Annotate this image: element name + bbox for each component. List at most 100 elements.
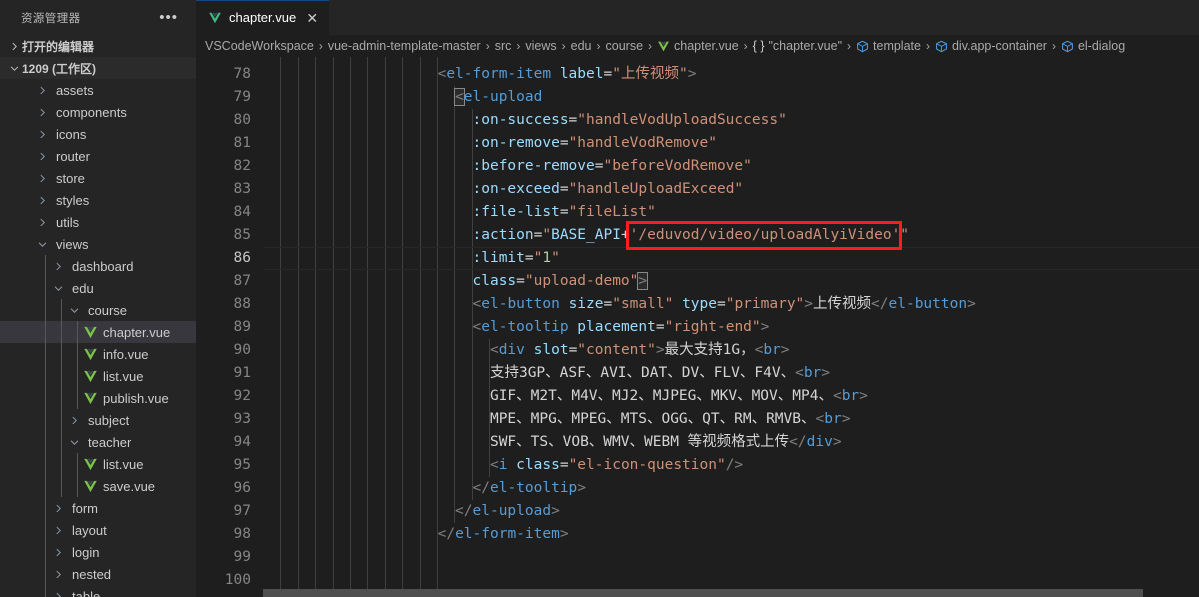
tree-item-layout[interactable]: layout — [0, 519, 196, 541]
code-token: br — [763, 342, 781, 358]
tree-item-label: router — [56, 148, 90, 164]
code-line-87[interactable]: 87 class="upload-demo"> — [196, 270, 1199, 293]
code-token: < — [263, 457, 499, 473]
tree-item-list-vue[interactable]: list.vue — [0, 453, 196, 475]
tree-item-course[interactable]: course — [0, 299, 196, 321]
code-line-85[interactable]: 85 :action="BASE_API+'/eduvod/video/uplo… — [196, 224, 1199, 247]
code-line-91[interactable]: 91 支持3GP、ASF、AVI、DAT、DV、FLV、F4V、<br> — [196, 362, 1199, 385]
code-line-93[interactable]: 93 MPE、MPG、MPEG、MTS、OGG、QT、RM、RMVB、<br> — [196, 408, 1199, 431]
code-token: "content" — [577, 342, 656, 358]
code-line-78[interactable]: 78 <el-form-item label="上传视频"> — [196, 63, 1199, 86]
tree-item-label: views — [56, 236, 89, 252]
section-workspace[interactable]: 1209 (工作区) — [0, 57, 196, 79]
breadcrumb-label: chapter.vue — [674, 39, 739, 53]
tree-item-list-vue[interactable]: list.vue — [0, 365, 196, 387]
chevron-down-icon — [50, 280, 66, 296]
tree-item-save-vue[interactable]: save.vue — [0, 475, 196, 497]
tree-item-login[interactable]: login — [0, 541, 196, 563]
code-token: class — [516, 457, 560, 473]
file-tree: assets components icons router store styles ut… — [0, 79, 196, 597]
tree-item-label: components — [56, 104, 127, 120]
code-token: :action — [472, 227, 534, 243]
breadcrumb-item-views[interactable]: views — [525, 39, 556, 53]
tree-item-icons[interactable]: icons — [0, 123, 196, 145]
code-line-89[interactable]: 89 <el-tooltip placement="right-end"> — [196, 316, 1199, 339]
tab-chapter-vue[interactable]: chapter.vue ✕ — [196, 0, 331, 35]
breadcrumb-item-chaptervue[interactable]: chapter.vue — [657, 39, 739, 53]
tree-item-components[interactable]: components — [0, 101, 196, 123]
tree-item-chapter-vue[interactable]: chapter.vue — [0, 321, 196, 343]
breadcrumb-label: VSCodeWorkspace — [205, 39, 314, 53]
line-number: 90 — [233, 342, 251, 358]
tree-item-router[interactable]: router — [0, 145, 196, 167]
horizontal-scrollbar[interactable] — [263, 589, 1199, 597]
tree-item-store[interactable]: store — [0, 167, 196, 189]
breadcrumb-item-vueadmintemplatemaster[interactable]: vue-admin-template-master — [328, 39, 481, 53]
code-line-97[interactable]: 97 </el-upload> — [196, 500, 1199, 523]
code-line-98[interactable]: 98 </el-form-item> — [196, 523, 1199, 546]
breadcrumb-item-chaptervue[interactable]: { } "chapter.vue" — [753, 39, 842, 53]
section-open-editors[interactable]: 打开的编辑器 — [0, 35, 196, 57]
tree-item-utils[interactable]: utils — [0, 211, 196, 233]
tree-item-label: assets — [56, 82, 94, 98]
line-content: <el-upload — [263, 86, 542, 109]
code-line-99[interactable]: 99 — [196, 546, 1199, 569]
scrollbar-thumb[interactable] — [263, 589, 1143, 597]
code-line-92[interactable]: 92 GIF、M2T、M4V、MJ2、MJPEG、MKV、MOV、MP4、<br… — [196, 385, 1199, 408]
code-line-88[interactable]: 88 <el-button size="small" type="primary… — [196, 293, 1199, 316]
tree-item-label: nested — [72, 566, 112, 582]
code-line-95[interactable]: 95 <i class="el-icon-question"/> — [196, 454, 1199, 477]
breadcrumb-item-template[interactable]: template — [856, 39, 921, 53]
line-number: 84 — [233, 204, 251, 220]
breadcrumb-item-src[interactable]: src — [495, 39, 512, 53]
code-token: placement — [577, 319, 656, 335]
code-token: el-upload — [463, 89, 543, 105]
code-line-90[interactable]: 90 <div slot="content">最大支持1G，<br> — [196, 339, 1199, 362]
code-editor[interactable]: 7778 <el-form-item label="上传视频">79 <el-u… — [196, 57, 1199, 597]
code-line-82[interactable]: 82 :before-remove="beforeVodRemove" — [196, 155, 1199, 178]
code-line-79[interactable]: 79 <el-upload — [196, 86, 1199, 109]
tree-item-subject[interactable]: subject — [0, 409, 196, 431]
vue-file-icon — [82, 390, 98, 406]
code-token: < — [832, 388, 842, 404]
breadcrumb-separator-icon: › — [1051, 39, 1056, 53]
close-icon[interactable]: ✕ — [305, 11, 319, 25]
tree-item-edu[interactable]: edu — [0, 277, 196, 299]
code-token: > — [551, 503, 560, 519]
breadcrumb-item-divappcontainer[interactable]: div.app-container — [935, 39, 1047, 53]
code-line-83[interactable]: 83 :on-exceed="handleUploadExceed" — [196, 178, 1199, 201]
tree-item-assets[interactable]: assets — [0, 79, 196, 101]
breadcrumb-item-vscodeworkspace[interactable]: VSCodeWorkspace — [205, 39, 314, 53]
tree-item-styles[interactable]: styles — [0, 189, 196, 211]
vue-file-icon — [82, 478, 98, 494]
tree-item-table[interactable]: table — [0, 585, 196, 597]
tree-item-info-vue[interactable]: info.vue — [0, 343, 196, 365]
tree-item-views[interactable]: views — [0, 233, 196, 255]
tree-item-form[interactable]: form — [0, 497, 196, 519]
tree-item-publish-vue[interactable]: publish.vue — [0, 387, 196, 409]
code-line-96[interactable]: 96 </el-tooltip> — [196, 477, 1199, 500]
code-line-94[interactable]: 94 SWF、TS、VOB、WMV、WEBM 等视频格式上传</div> — [196, 431, 1199, 454]
code-line-81[interactable]: 81 :on-remove="handleVodRemove" — [196, 132, 1199, 155]
code-line-86[interactable]: 86 :limit="1" — [196, 247, 1199, 270]
breadcrumb-item-edu[interactable]: edu — [571, 39, 592, 53]
code-token: /> — [725, 457, 744, 473]
breadcrumb-item-course[interactable]: course — [606, 39, 644, 53]
breadcrumb-item-eldialog[interactable]: el-dialog — [1061, 39, 1125, 53]
tree-item-label: info.vue — [103, 346, 149, 362]
code-token: br — [841, 388, 860, 404]
code-token: > — [804, 296, 814, 312]
code-token: < — [815, 411, 825, 427]
code-token: > — [821, 365, 831, 381]
ellipsis-icon[interactable]: ••• — [159, 10, 188, 25]
code-line-84[interactable]: 84 :file-list="fileList" — [196, 201, 1199, 224]
code-token: 1 — [542, 250, 552, 266]
tree-item-teacher[interactable]: teacher — [0, 431, 196, 453]
code-token: type — [682, 296, 717, 312]
tree-item-dashboard[interactable]: dashboard — [0, 255, 196, 277]
code-line-80[interactable]: 80 :on-success="handleVodUploadSuccess" — [196, 109, 1199, 132]
tree-item-nested[interactable]: nested — [0, 563, 196, 585]
